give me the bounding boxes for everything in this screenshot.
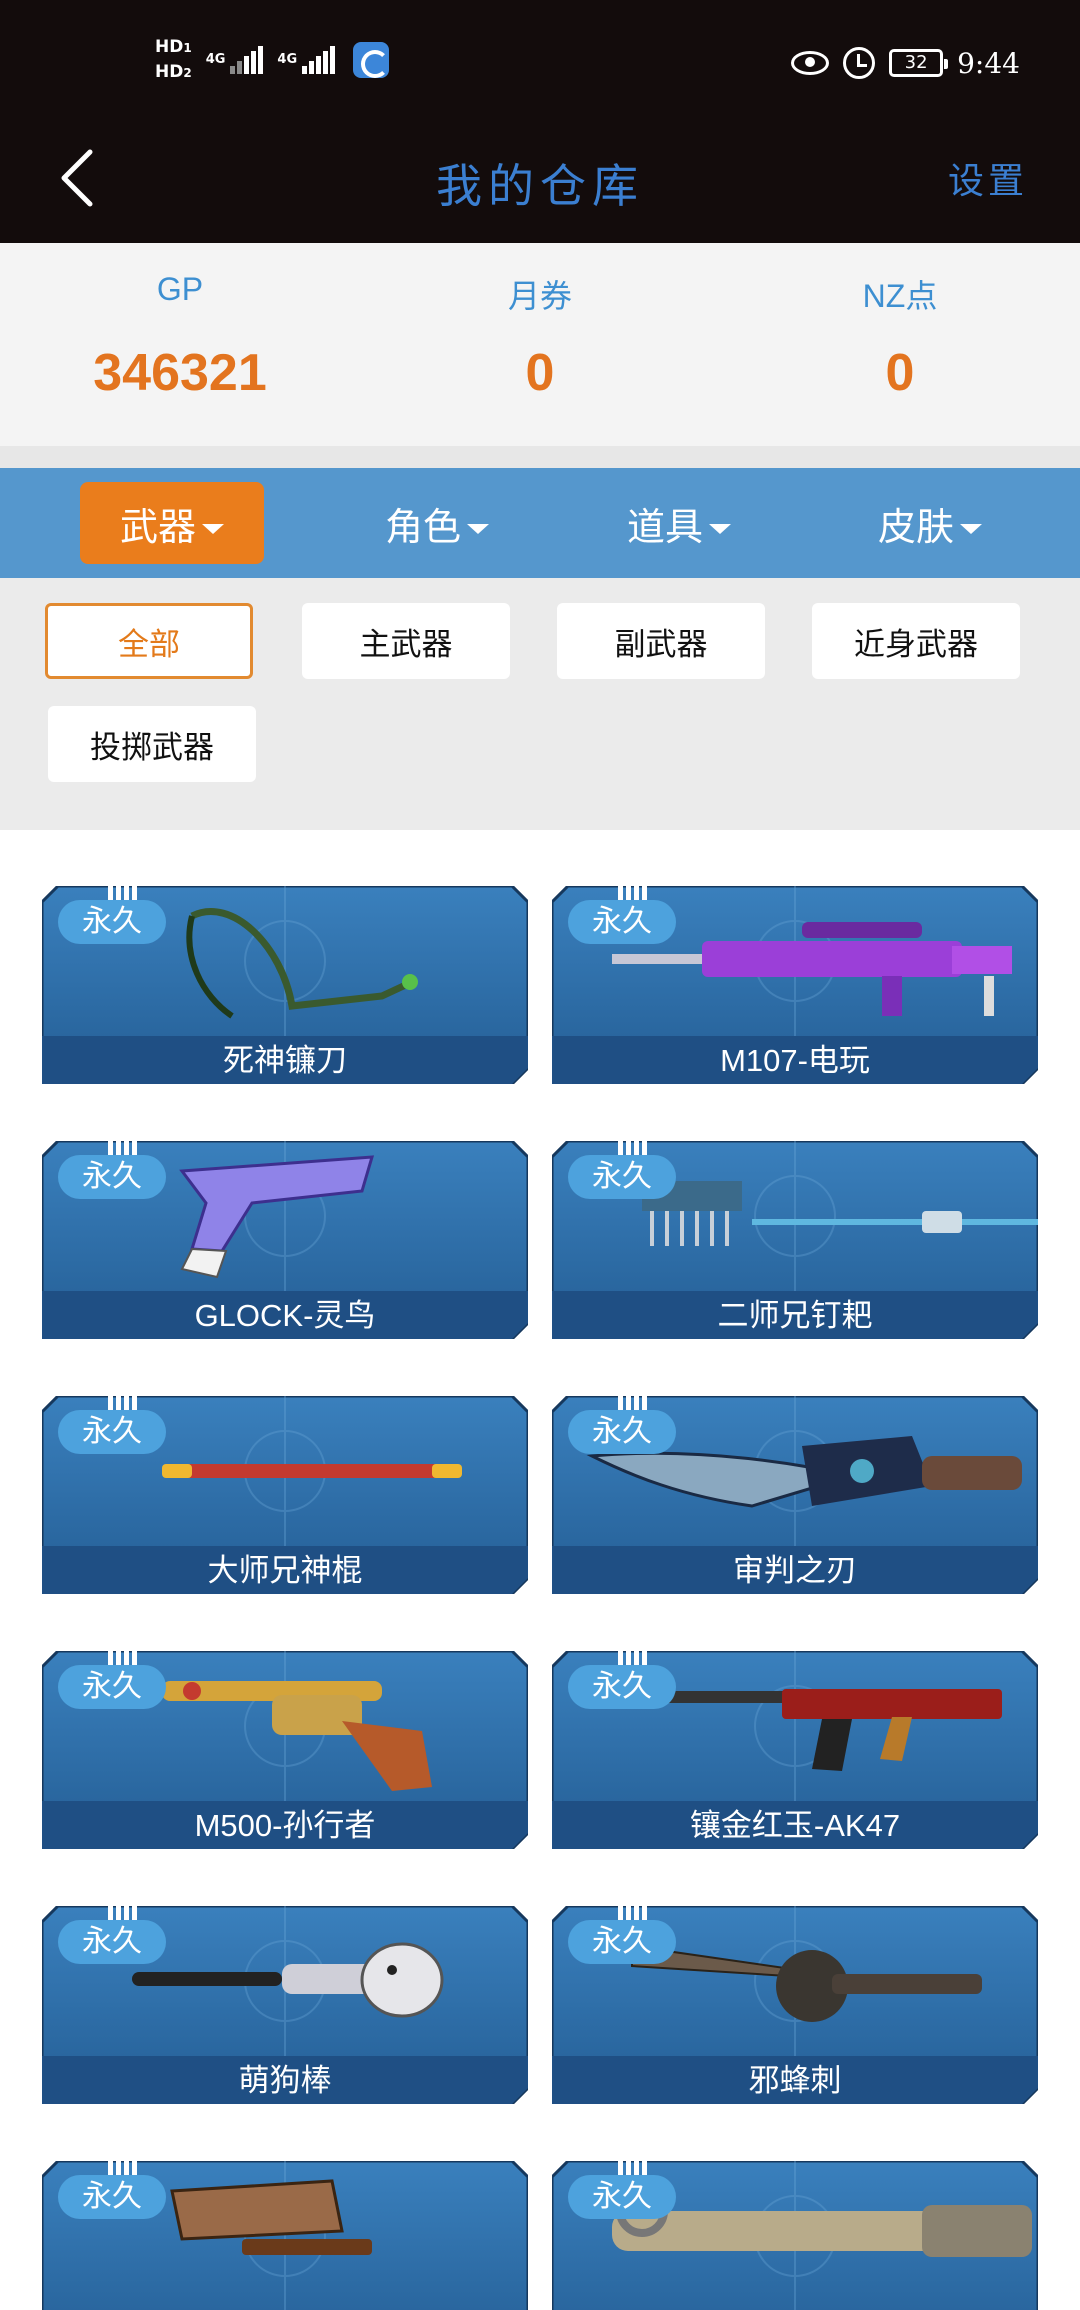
filter-secondary[interactable]: 副武器 xyxy=(557,603,765,679)
hd1-icon: HD1 xyxy=(155,37,192,57)
currency-label: 月券 xyxy=(507,278,572,314)
weapon-grid: 永久 死神镰刀 永久 M107-电玩 永久 GLOCK-灵鸟 永久 二师兄钉耙 永久 大师兄神棍永… xyxy=(0,830,1080,2310)
tab-skins[interactable]: 皮肤 xyxy=(838,482,1022,564)
settings-button[interactable]: 设置 xyxy=(948,152,1028,204)
chevron-down-icon xyxy=(960,524,982,534)
currency-panel: GP 346321 月券 0 NZ点 0 xyxy=(0,243,1080,446)
battery-icon: 32 xyxy=(889,49,949,77)
weapon-card[interactable]: 永久 xyxy=(42,2161,528,2310)
weapon-name: 审判之刃 xyxy=(733,1553,857,1588)
hd2-icon: HD2 xyxy=(155,62,192,82)
permanent-badge: 永久 xyxy=(58,1920,166,1964)
hd-indicators: HD1 HD2 xyxy=(155,36,192,84)
weapon-name: 大师兄神棍 xyxy=(207,1553,363,1588)
weapon-name: 二师兄钉耙 xyxy=(717,1298,873,1333)
permanent-badge: 永久 xyxy=(568,2175,676,2219)
weapon-card[interactable]: 永久 M107-电玩 xyxy=(552,886,1038,1084)
weapon-card[interactable]: 永久审判之刃 xyxy=(552,1396,1038,1594)
tab-characters[interactable]: 角色 xyxy=(345,482,529,564)
app-header: 我的仓库 设置 xyxy=(0,120,1080,243)
eye-comfort-icon xyxy=(791,51,830,75)
permanent-badge: 永久 xyxy=(58,1155,166,1199)
category-tabs: 武器 角色 道具 皮肤 xyxy=(0,468,1080,578)
alarm-icon xyxy=(843,47,876,79)
permanent-badge: 永久 xyxy=(568,1410,676,1454)
status-right: 32 9:44 xyxy=(791,38,1020,88)
weapon-card[interactable]: 永久死神镰刀 xyxy=(42,886,528,1084)
filter-all[interactable]: 全部 xyxy=(45,603,253,679)
weapon-card[interactable]: 永久 GLOCK-灵鸟 xyxy=(42,1141,528,1339)
currency-label: NZ点 xyxy=(862,278,938,314)
chevron-down-icon xyxy=(202,524,224,534)
filter-throwing[interactable]: 投掷武器 xyxy=(48,706,256,782)
weapon-card[interactable]: 永久大师兄神棍 xyxy=(42,1396,528,1594)
permanent-badge: 永久 xyxy=(568,1920,676,1964)
currency-label: GP xyxy=(156,271,204,307)
top-bar: HD1 HD2 4G 4G 32 9:44 我的仓库 设置 xyxy=(0,0,1080,243)
weapon-card[interactable]: 永久 M500-孙行者 xyxy=(42,1651,528,1849)
currency-gp: GP 346321 xyxy=(0,243,360,446)
weapon-card[interactable]: 永久邪蜂刺 xyxy=(552,1906,1038,2104)
signal-1-icon: 4G xyxy=(206,46,264,74)
permanent-badge: 永久 xyxy=(58,900,166,944)
weapon-name: 萌狗棒 xyxy=(238,2063,332,2098)
weapon-name: M500-孙行者 xyxy=(194,1808,376,1843)
weapon-card[interactable]: 永久镶金红玉-AK47 xyxy=(552,1651,1038,1849)
permanent-badge: 永久 xyxy=(58,2175,166,2219)
permanent-badge: 永久 xyxy=(58,1410,166,1454)
weapon-name: 邪蜂刺 xyxy=(748,2063,842,2098)
tab-items[interactable]: 道具 xyxy=(587,482,771,564)
permanent-badge: 永久 xyxy=(58,1665,166,1709)
weapon-card[interactable]: 永久二师兄钉耙 xyxy=(552,1141,1038,1339)
app-notification-icon xyxy=(353,42,390,78)
clock: 9:44 xyxy=(957,46,1020,80)
status-bar: HD1 HD2 4G 4G 32 9:44 xyxy=(0,0,1080,120)
weapon-card[interactable]: 永久 xyxy=(552,2161,1038,2310)
permanent-badge: 永久 xyxy=(568,900,676,944)
weapon-name: 镶金红玉-AK47 xyxy=(689,1808,901,1843)
weapon-card[interactable]: 永久萌狗棒 xyxy=(42,1906,528,2104)
signal-2-icon: 4G xyxy=(277,46,336,74)
weapon-name: 死神镰刀 xyxy=(223,1043,347,1078)
weapon-name: M107-电玩 xyxy=(720,1043,870,1078)
chevron-down-icon xyxy=(709,524,731,534)
currency-value: 0 xyxy=(525,344,555,402)
currency-value: 0 xyxy=(885,344,915,402)
filter-primary[interactable]: 主武器 xyxy=(302,603,510,679)
currency-value: 346321 xyxy=(93,344,267,402)
chevron-down-icon xyxy=(467,524,489,534)
currency-voucher: 月券 0 xyxy=(360,243,720,446)
page-title: 我的仓库 xyxy=(436,159,644,213)
weapon-name: GLOCK-灵鸟 xyxy=(194,1298,376,1333)
status-left: HD1 HD2 4G 4G xyxy=(155,30,390,90)
divider xyxy=(0,446,1080,468)
filter-melee[interactable]: 近身武器 xyxy=(812,603,1020,679)
permanent-badge: 永久 xyxy=(568,1665,676,1709)
filter-panel: 全部 主武器 副武器 近身武器 投掷武器 xyxy=(0,578,1080,830)
tab-weapons[interactable]: 武器 xyxy=(80,482,264,564)
permanent-badge: 永久 xyxy=(568,1155,676,1199)
currency-nz-points: NZ点 0 xyxy=(720,243,1080,446)
